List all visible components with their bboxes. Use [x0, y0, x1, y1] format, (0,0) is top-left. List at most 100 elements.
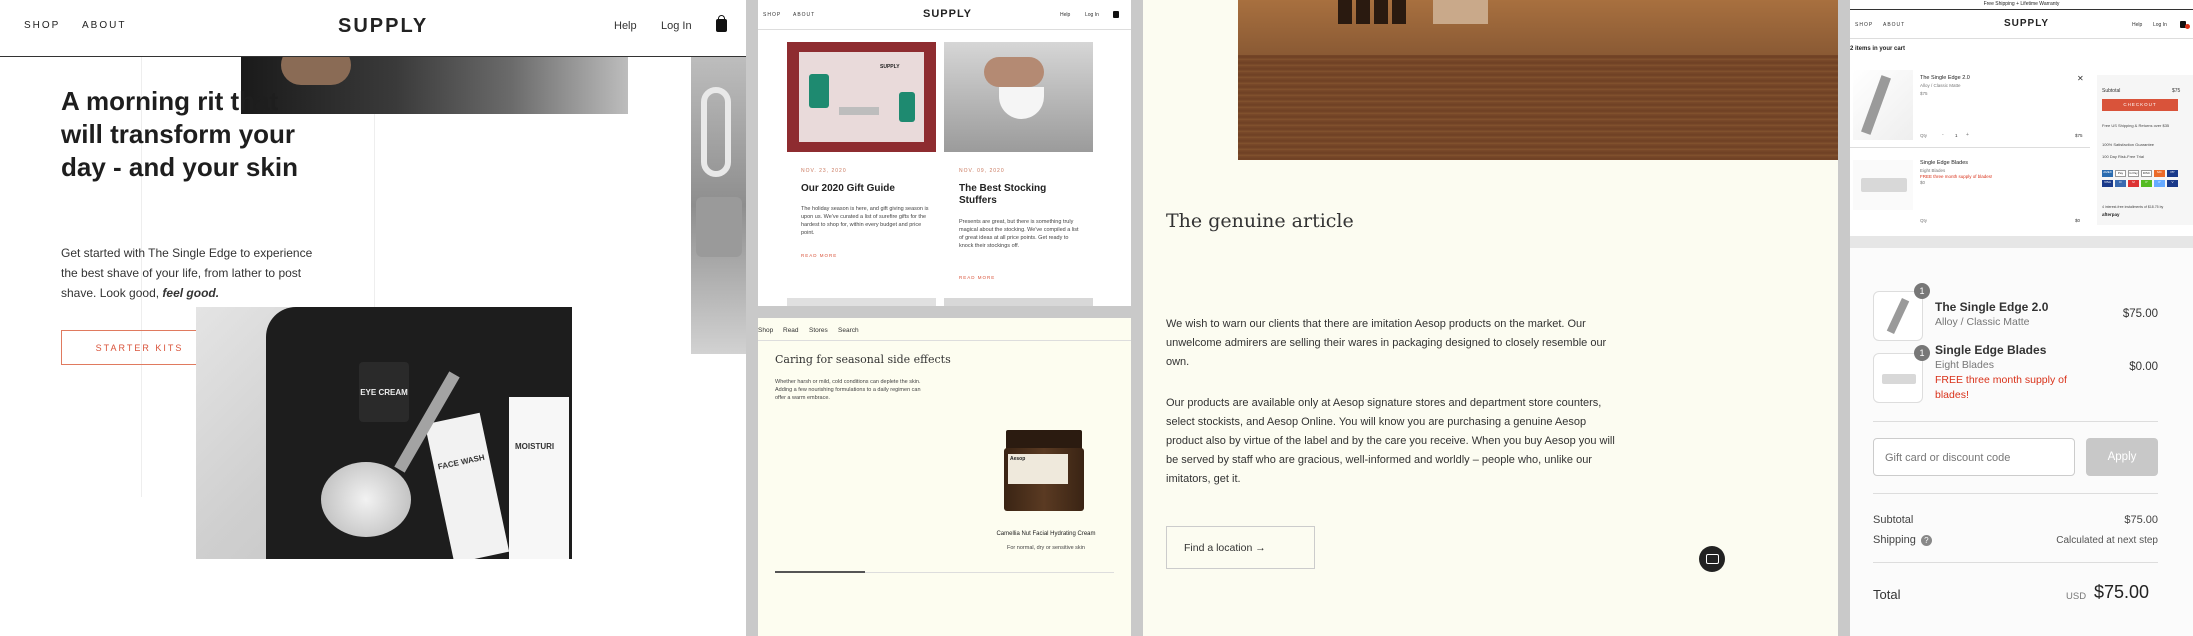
- eye-cream-jar: EYE CREAM: [359, 362, 409, 422]
- subtotal-value: $75.00: [2124, 514, 2158, 526]
- article-title: The genuine article: [1166, 210, 1354, 232]
- cart-logo[interactable]: SUPPLY: [2004, 18, 2049, 29]
- blog-nav-about[interactable]: ABOUT: [793, 12, 815, 18]
- diners-icon: D: [2115, 180, 2126, 187]
- shipping-value: Calculated at next step: [2056, 535, 2158, 546]
- shop-pay-icon: P: [2141, 180, 2152, 187]
- shipping-label-group: Shipping?: [1873, 534, 1932, 546]
- aesop-nav-read[interactable]: Read: [783, 327, 799, 334]
- cart-item2-qty-label: Qty: [1920, 218, 1928, 223]
- blog-logo[interactable]: SUPPLY: [923, 8, 972, 20]
- apply-button[interactable]: Apply: [2086, 438, 2158, 476]
- apple-pay-icon: Pay: [2115, 170, 2126, 177]
- divider: [1873, 493, 2158, 494]
- mastercard-icon: MC: [2154, 170, 2165, 177]
- cart-nav-about[interactable]: ABOUT: [1883, 22, 1905, 28]
- card2-read-more[interactable]: READ MORE: [959, 275, 995, 280]
- cart-item1-qty-stepper[interactable]: -: [1942, 132, 1948, 138]
- cart-nav-login[interactable]: Log In: [2153, 22, 2167, 28]
- total-currency: USD: [2066, 591, 2087, 602]
- cart-item2-name[interactable]: Single Edge Blades: [1920, 160, 1968, 166]
- cart-subtotal-label: Subtotal: [2102, 88, 2121, 94]
- gift-guide-image[interactable]: SUPPLY: [787, 42, 936, 152]
- kit-photo: EYE CREAM FACE WASH MOISTURI: [196, 307, 572, 559]
- nav-login-link[interactable]: Log In: [661, 20, 692, 32]
- pay-icon: P: [2154, 180, 2165, 187]
- card1-title[interactable]: Our 2020 Gift Guide: [801, 183, 931, 195]
- nav-shop-link[interactable]: SHOP: [24, 20, 60, 31]
- razor-shape: [1861, 75, 1891, 135]
- product-description: For normal, dry or sensitive skin: [1007, 545, 1085, 551]
- product-name[interactable]: Camellia Nut Facial Hydrating Cream: [976, 531, 1116, 537]
- hero-headline: A morning rit that will transform your d…: [61, 86, 298, 182]
- checkout-button[interactable]: CHECKOUT: [2102, 99, 2178, 111]
- hero-subtext-emphasis: feel good.: [162, 286, 220, 300]
- cart-item1-price: $75: [1920, 91, 1928, 96]
- hero-subtext: Get started with The Single Edge to expe…: [61, 243, 321, 303]
- cart-item2-price: $0: [1920, 180, 1926, 185]
- perk-shipping: Free US Shipping & Returns over $35: [2102, 123, 2170, 128]
- carousel-progress[interactable]: [775, 571, 865, 573]
- gift-razor: [839, 107, 879, 115]
- blog-nav-help[interactable]: Help: [1060, 12, 1070, 18]
- cart-items-heading: 2 items in your cart: [1850, 46, 1906, 52]
- article-paragraph-1: We wish to warn our clients that there a…: [1166, 318, 1607, 368]
- nav-help-link[interactable]: Help: [614, 20, 637, 32]
- google-pay-icon: G Pay: [2128, 170, 2139, 177]
- cart-nav-shop[interactable]: SHOP: [1855, 22, 1873, 28]
- cart-bag-icon[interactable]: [716, 15, 727, 32]
- next-card-image: [787, 298, 936, 306]
- cart-item1-qty-label: Qty: [1920, 133, 1928, 138]
- article-paragraph-2: Our products are available only at Aesop…: [1166, 397, 1615, 485]
- aesop-nav-search[interactable]: Search: [838, 327, 859, 334]
- stocking-stuffers-image[interactable]: [944, 42, 1093, 152]
- cart-nav-help[interactable]: Help: [2132, 22, 2142, 28]
- aesop-article-panel: The genuine article We wish to warn our …: [1143, 0, 1838, 636]
- cart-item1-qty-value[interactable]: 1: [1955, 133, 1958, 138]
- card2-title[interactable]: The Best Stocking Stuffers: [959, 183, 1069, 207]
- card1-read-more[interactable]: READ MORE: [801, 253, 837, 258]
- razor-shape: [1886, 297, 1910, 335]
- nav-about-link[interactable]: ABOUT: [82, 20, 126, 31]
- blades-pack-shape: [1861, 178, 1907, 192]
- blog-nav-shop[interactable]: SHOP: [763, 12, 781, 18]
- shelf-top: [1238, 0, 1838, 55]
- shipping-help-icon[interactable]: ?: [1920, 534, 1932, 546]
- hands-shape: [984, 57, 1044, 87]
- find-location-button[interactable]: Find a location →: [1166, 526, 1315, 569]
- chat-icon[interactable]: [1699, 546, 1725, 572]
- starter-kits-button[interactable]: STARTER KITS: [61, 330, 218, 365]
- mortar-bowl: [999, 87, 1044, 119]
- gift-box-label: SUPPLY: [880, 64, 900, 70]
- aesop-nav-stores[interactable]: Stores: [809, 327, 828, 334]
- card2-body: Presents are great, but there is somethi…: [959, 219, 1079, 249]
- cart-item1-name[interactable]: The Single Edge 2.0: [1920, 75, 1970, 81]
- card1-body: The holiday season is here, and gift giv…: [801, 206, 929, 236]
- blog-page: SHOP ABOUT SUPPLY Help Log In SUPPLY NOV…: [758, 0, 1131, 306]
- blog-nav-login[interactable]: Log In: [1085, 12, 1099, 18]
- cart-checkout-panel: Free Shipping + Lifetime Warranty SHOP A…: [1850, 0, 2193, 636]
- discount-code-input[interactable]: Gift card or discount code: [1873, 438, 2075, 476]
- divider: [1873, 421, 2158, 422]
- remove-item-icon[interactable]: ✕: [2077, 74, 2084, 83]
- amex-icon: AMEX: [2102, 170, 2113, 177]
- line-item2-qty-badge: 1: [1914, 345, 1930, 361]
- shipping-label: Shipping: [1873, 534, 1916, 546]
- afterpay-logo: afterpay: [2102, 212, 2120, 217]
- aesop-nav-shop[interactable]: Shop: [758, 327, 773, 334]
- supply-logo[interactable]: SUPPLY: [338, 15, 428, 38]
- visa-icon-2: V: [2167, 180, 2178, 187]
- cart-item2-image: [1853, 160, 1913, 210]
- line-item2-promo: FREE three month supply of blades!: [1935, 374, 2067, 401]
- line-item2-image: [1873, 353, 1923, 403]
- blog-cart-icon[interactable]: [1113, 11, 1119, 18]
- paypal-icon: PP: [2167, 170, 2178, 177]
- supply-home-panel: SHOP ABOUT SUPPLY Help Log In A morning …: [0, 0, 746, 636]
- visa-icon: VISA: [2102, 180, 2113, 187]
- line-item1-price: $75.00: [2122, 308, 2158, 320]
- moisturizer-tube: MOISTURI: [509, 397, 569, 559]
- divider: [758, 340, 1131, 341]
- payment-icons: AMEX Pay G Pay DISC MC PP VISA D M P P V: [2102, 170, 2184, 188]
- cart-item1-qty-plus[interactable]: +: [1966, 132, 1969, 138]
- maestro-icon: M: [2128, 180, 2139, 187]
